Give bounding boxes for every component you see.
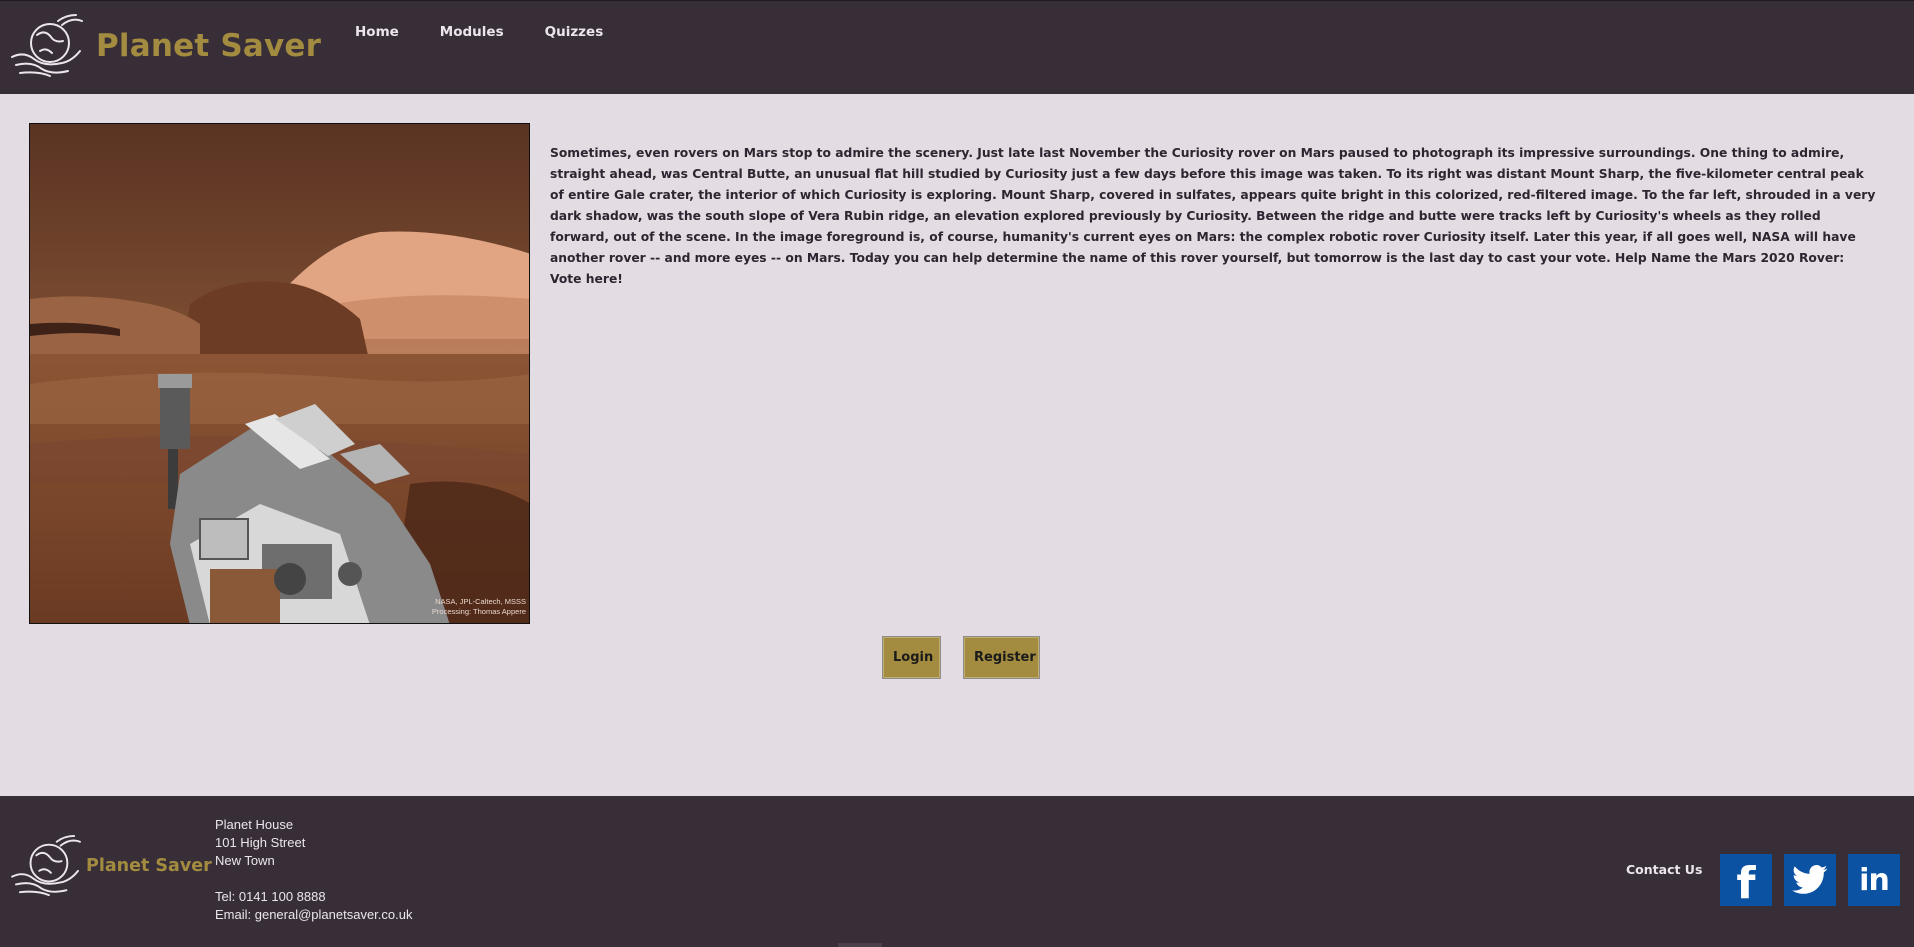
address-line2: 101 High Street (215, 835, 306, 850)
address-spacer (215, 870, 412, 888)
mars-landscape-picture: NASA, JPL-Caltech, MSSS Processing: Thom… (30, 124, 529, 623)
main-nav: Home Modules Quizzes (355, 24, 644, 40)
auth-buttons: Login Register (882, 636, 1040, 679)
address-line3: New Town (215, 853, 275, 868)
contact-us-link[interactable]: Contact Us (1626, 862, 1702, 877)
image-credit-line1: NASA, JPL-Caltech, MSSS (435, 597, 526, 606)
site-header: Planet Saver Home Modules Quizzes (0, 0, 1914, 94)
linkedin-icon: in (1859, 862, 1890, 898)
footer-brand[interactable]: Planet Saver (10, 834, 212, 898)
nav-home-link[interactable]: Home (355, 24, 399, 40)
footer-brand-name: Planet Saver (86, 856, 212, 876)
address-line1: Planet House (215, 817, 294, 832)
linkedin-button[interactable]: in (1848, 854, 1900, 906)
site-footer: Planet Saver Planet House 101 High Stree… (0, 796, 1914, 947)
horizontal-scrollbar-thumb[interactable] (838, 943, 882, 947)
image-credit-line2: Processing: Thomas Appere (432, 607, 526, 616)
register-button[interactable]: Register (963, 636, 1040, 679)
nav-quizzes-link[interactable]: Quizzes (545, 24, 604, 40)
mars-curiosity-image: NASA, JPL-Caltech, MSSS Processing: Thom… (29, 123, 530, 624)
nav-modules-link[interactable]: Modules (440, 24, 504, 40)
footer-address: Planet House 101 High Street New Town Te… (215, 816, 412, 924)
article-text: Sometimes, even rovers on Mars stop to a… (550, 146, 1876, 286)
twitter-icon (1792, 865, 1828, 894)
facebook-button[interactable]: f (1720, 854, 1772, 909)
address-email: Email: general@planetsaver.co.uk (215, 907, 413, 922)
planet-hand-logo-icon (11, 834, 81, 897)
address-tel: Tel: 0141 100 8888 (215, 889, 326, 904)
planet-hand-logo-icon (11, 14, 83, 77)
social-links: f in (1720, 854, 1900, 909)
facebook-icon: f (1736, 857, 1756, 909)
brand[interactable]: Planet Saver (10, 13, 321, 79)
login-button[interactable]: Login (882, 636, 941, 679)
brand-name: Planet Saver (96, 28, 322, 64)
twitter-button[interactable] (1784, 854, 1836, 906)
